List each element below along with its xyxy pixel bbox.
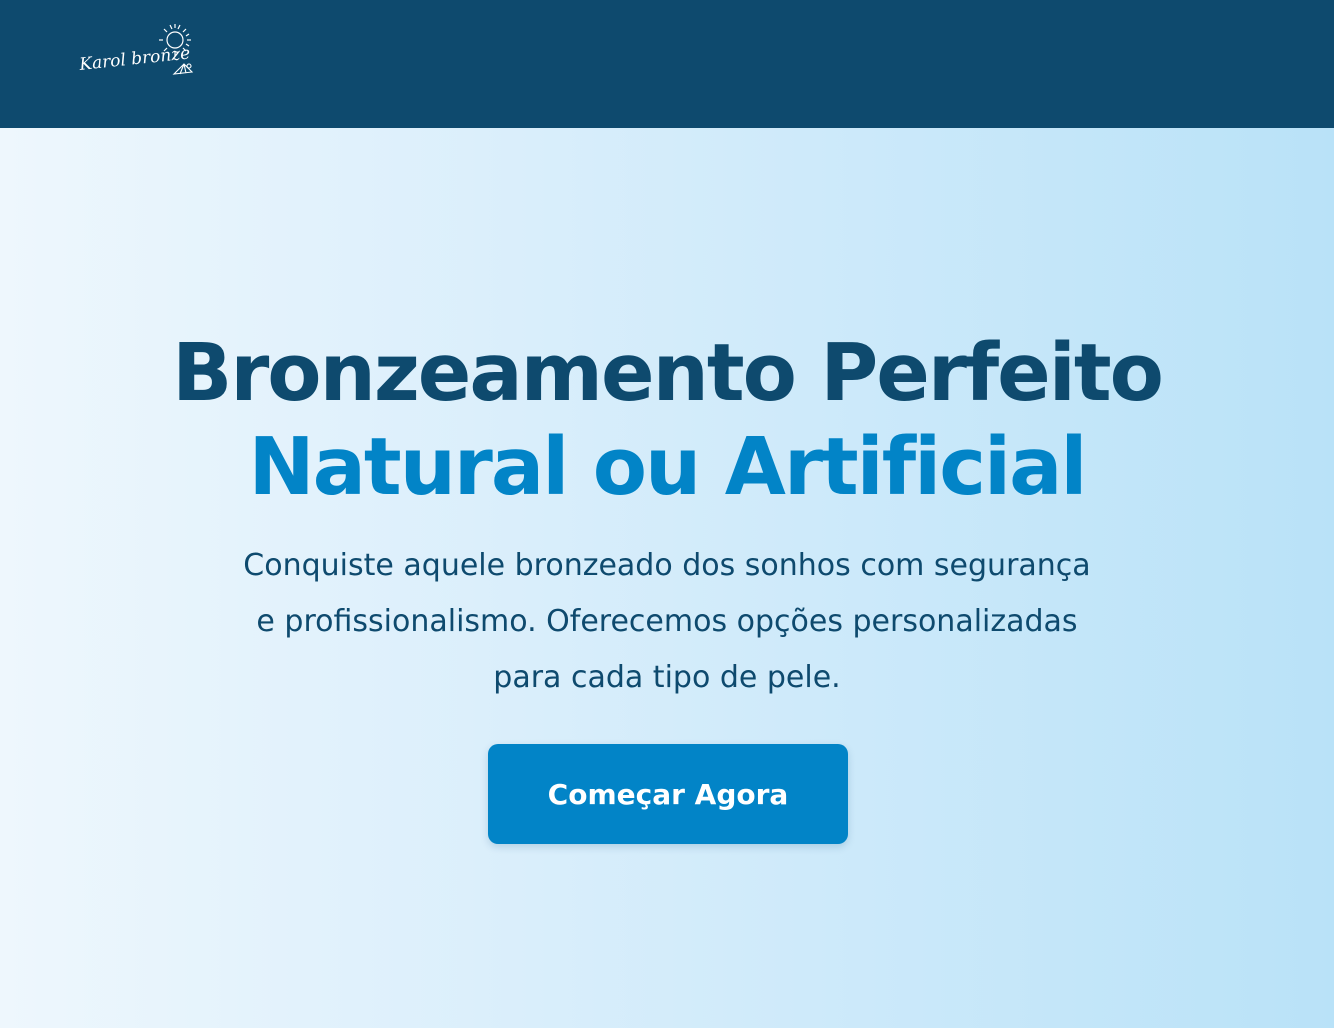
hero-title-line2: Natural ou Artificial xyxy=(248,421,1088,513)
start-now-button[interactable]: Começar Agora xyxy=(488,744,848,844)
hero-section: Bronzeamento Perfeito Natural ou Artific… xyxy=(0,128,1334,1028)
shell-icon xyxy=(172,63,194,75)
hero-title-line1: Bronzeamento Perfeito xyxy=(172,327,1164,419)
hero-title: Bronzeamento Perfeito Natural ou Artific… xyxy=(0,326,1334,514)
brand-logo[interactable]: Karol bronze xyxy=(76,14,206,90)
logo-wordmark: Karol bronze xyxy=(77,43,191,75)
hero-subtitle: Conquiste aquele bronzeado dos sonhos co… xyxy=(243,548,1091,695)
brand-logo-graphic: Karol bronze xyxy=(77,24,194,75)
site-header: Karol bronze xyxy=(0,0,1334,128)
